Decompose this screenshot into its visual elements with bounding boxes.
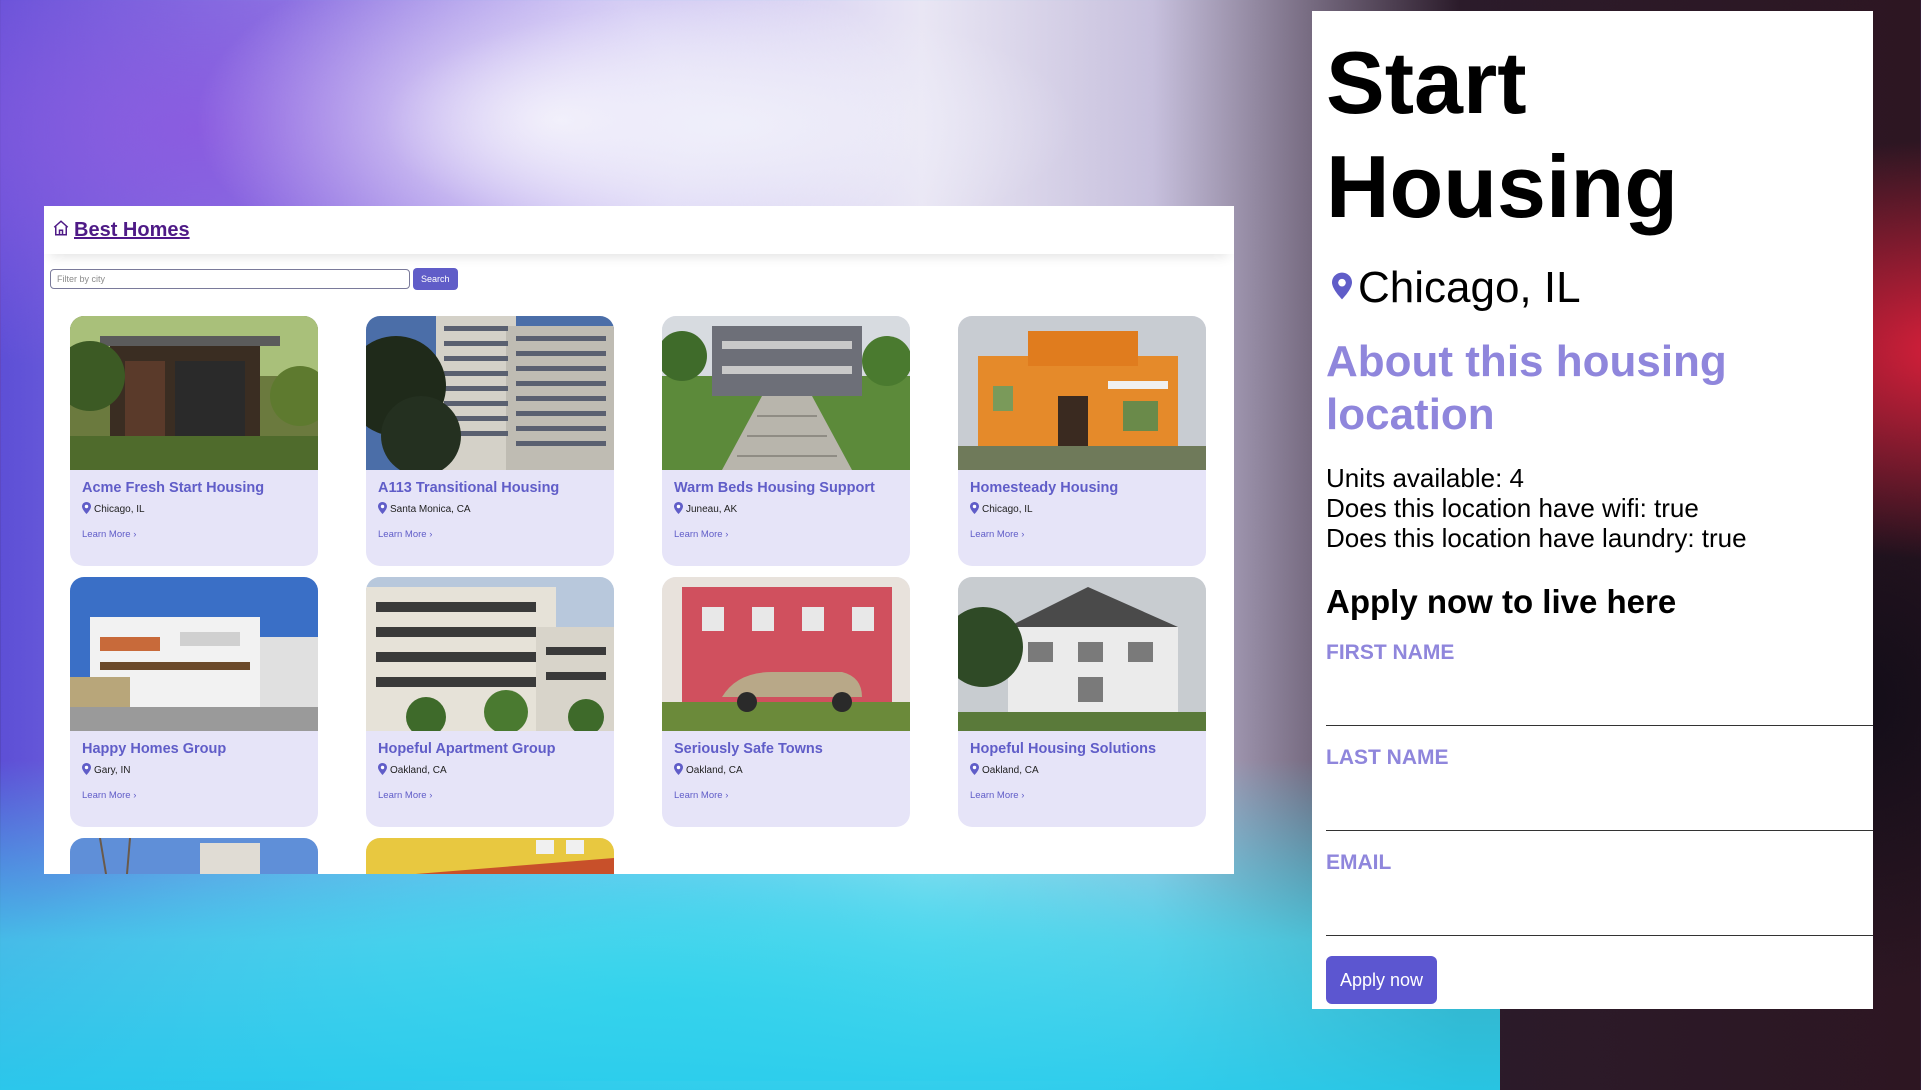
learn-more-link[interactable]: Learn More › xyxy=(674,529,910,540)
location-city: Gary, IN xyxy=(94,765,131,776)
house-photo xyxy=(70,577,318,731)
location-pin-icon xyxy=(1332,272,1352,304)
location-pin-icon xyxy=(970,502,979,517)
location-detail-panel: Start Housing Chicago, IL About this hou… xyxy=(1312,11,1873,1009)
feature-laundry: Does this location have laundry: true xyxy=(1326,523,1747,553)
listing-grid: Acme Fresh Start Housing Chicago, IL Lea… xyxy=(70,316,1206,874)
location-card[interactable]: Homesteady Housing Chicago, IL Learn Mor… xyxy=(958,316,1206,566)
location-pin-icon xyxy=(82,763,91,778)
location-name: Hopeful Housing Solutions xyxy=(970,741,1157,757)
location-card[interactable]: Warm Beds Housing Support Juneau, AK Lea… xyxy=(662,316,910,566)
house-photo xyxy=(366,577,614,731)
location-pin-icon xyxy=(674,763,683,778)
location-card[interactable]: Happy Homes Group Gary, IN Learn More › xyxy=(70,577,318,827)
brand-link[interactable]: Best Homes xyxy=(52,219,190,242)
search-button[interactable]: Search xyxy=(413,268,458,290)
location-name: Happy Homes Group xyxy=(82,741,227,757)
learn-more-link[interactable]: Learn More › xyxy=(674,790,910,801)
feature-units: Units available: 4 xyxy=(1326,463,1524,493)
house-photo xyxy=(662,316,910,470)
location-card[interactable]: Hopeful Apartment Group Oakland, CA Lear… xyxy=(366,577,614,827)
apply-heading: Apply now to live here xyxy=(1326,583,1677,620)
email-label: EMAIL xyxy=(1326,851,1392,874)
location-city: Juneau, AK xyxy=(686,504,738,515)
location-pin-icon xyxy=(82,502,91,517)
about-heading: About this housing location xyxy=(1326,337,1727,439)
home-icon xyxy=(52,219,70,241)
house-photo xyxy=(958,316,1206,470)
house-photo xyxy=(70,838,318,874)
search-input[interactable] xyxy=(50,269,410,289)
house-photo xyxy=(70,316,318,470)
detail-city: Chicago, IL xyxy=(1358,263,1581,312)
last-name-field[interactable] xyxy=(1326,778,1873,831)
location-card[interactable]: Hopeful Housing Solutions Oakland, CA Le… xyxy=(958,577,1206,827)
location-pin-icon xyxy=(970,763,979,778)
location-pin-icon xyxy=(378,502,387,517)
detail-title: Start Housing xyxy=(1326,33,1678,236)
location-name: Homesteady Housing xyxy=(970,480,1119,496)
location-city: Oakland, CA xyxy=(982,765,1039,776)
apply-form: FIRST NAME LAST NAME EMAIL Apply now xyxy=(1326,641,1873,1004)
location-name: Seriously Safe Towns xyxy=(674,741,823,757)
last-name-label: LAST NAME xyxy=(1326,746,1449,769)
house-photo xyxy=(366,838,614,874)
detail-location: Chicago, IL xyxy=(1332,263,1873,313)
feature-wifi: Does this location have wifi: true xyxy=(1326,493,1699,523)
email-field[interactable] xyxy=(1326,883,1873,936)
location-card[interactable] xyxy=(366,838,614,874)
house-photo xyxy=(662,577,910,731)
learn-more-link[interactable]: Learn More › xyxy=(82,529,318,540)
location-card[interactable]: Seriously Safe Towns Oakland, CA Learn M… xyxy=(662,577,910,827)
location-city: Oakland, CA xyxy=(686,765,743,776)
location-card[interactable]: Acme Fresh Start Housing Chicago, IL Lea… xyxy=(70,316,318,566)
location-city: Chicago, IL xyxy=(94,504,145,515)
apply-now-button[interactable]: Apply now xyxy=(1326,956,1438,1004)
top-bar: Best Homes xyxy=(44,206,1234,254)
location-name: Warm Beds Housing Support xyxy=(674,480,875,496)
first-name-field[interactable] xyxy=(1326,673,1873,726)
house-photo xyxy=(958,577,1206,731)
location-city: Santa Monica, CA xyxy=(390,504,471,515)
search-bar: Search xyxy=(44,254,1234,290)
features-list: Units available: 4 Does this location ha… xyxy=(1326,463,1873,553)
location-city: Chicago, IL xyxy=(982,504,1033,515)
location-name: A113 Transitional Housing xyxy=(378,480,560,496)
house-photo xyxy=(366,316,614,470)
location-pin-icon xyxy=(378,763,387,778)
location-pin-icon xyxy=(674,502,683,517)
location-card[interactable] xyxy=(70,838,318,874)
location-name: Acme Fresh Start Housing xyxy=(82,480,265,496)
learn-more-link[interactable]: Learn More › xyxy=(82,790,318,801)
learn-more-link[interactable]: Learn More › xyxy=(970,529,1206,540)
learn-more-link[interactable]: Learn More › xyxy=(378,529,614,540)
listing-window: Best Homes Search Acme F xyxy=(44,206,1234,874)
location-name: Hopeful Apartment Group xyxy=(378,741,556,757)
learn-more-link[interactable]: Learn More › xyxy=(378,790,614,801)
location-card[interactable]: A113 Transitional Housing Santa Monica, … xyxy=(366,316,614,566)
learn-more-link[interactable]: Learn More › xyxy=(970,790,1206,801)
brand-label[interactable]: Best Homes xyxy=(74,219,190,242)
location-city: Oakland, CA xyxy=(390,765,447,776)
first-name-label: FIRST NAME xyxy=(1326,641,1455,664)
